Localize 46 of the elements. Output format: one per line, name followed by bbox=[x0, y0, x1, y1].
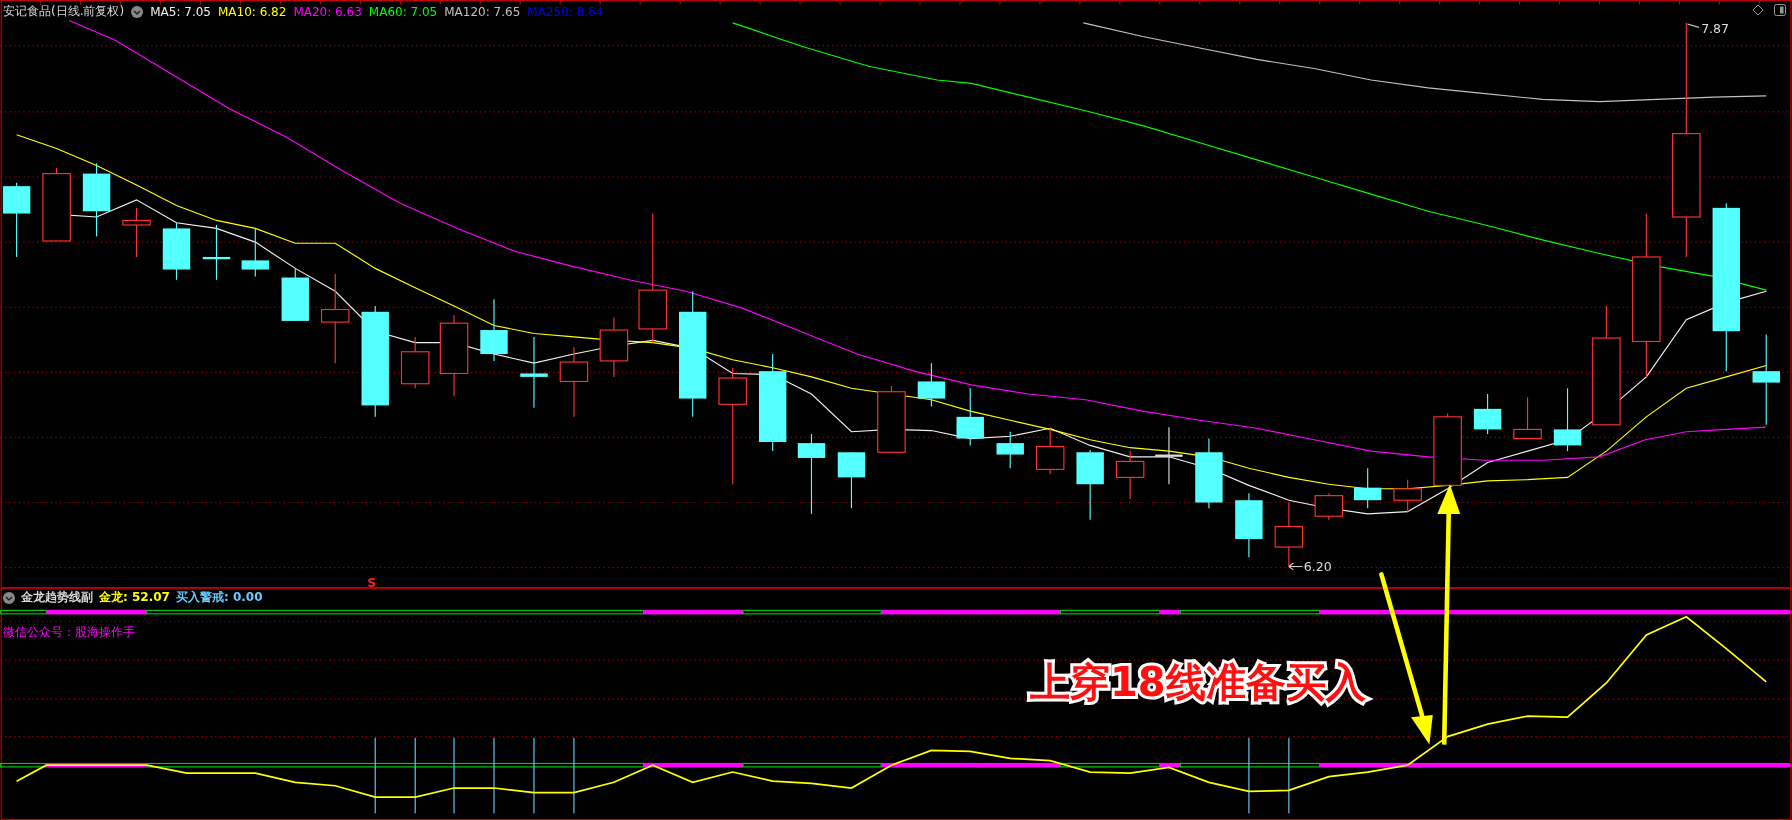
candlestick bbox=[1035, 427, 1065, 475]
candlestick bbox=[1473, 393, 1502, 435]
moving-average-value: MA120: 7.65 bbox=[444, 4, 521, 19]
low-price-label: 6.20 bbox=[1303, 559, 1332, 575]
candlestick bbox=[917, 362, 946, 408]
candlestick bbox=[1314, 492, 1344, 521]
moving-average-value: MA250: 8.64 bbox=[527, 4, 604, 19]
candlestick bbox=[1274, 501, 1304, 568]
indicator-value: 买入警戒: 0.00 bbox=[175, 590, 263, 605]
candlestick bbox=[956, 387, 984, 446]
high-price-label: 7.87 bbox=[1701, 21, 1730, 37]
candlestick bbox=[1195, 438, 1223, 509]
candlestick bbox=[241, 227, 269, 277]
chart-title: 安记食品(日线.前复权) bbox=[3, 3, 125, 20]
candlestick bbox=[1076, 449, 1104, 521]
indicator-name: 金龙趋势线副 bbox=[21, 590, 93, 605]
chevron-circle-icon[interactable] bbox=[131, 5, 144, 18]
candlestick bbox=[162, 222, 191, 281]
candlestick bbox=[1115, 450, 1145, 500]
moving-average-value: MA20: 6.63 bbox=[293, 4, 362, 19]
candlestick bbox=[599, 316, 629, 378]
candlestick bbox=[877, 385, 906, 453]
candlestick bbox=[122, 207, 151, 258]
candlestick bbox=[202, 224, 231, 281]
sell-signal-marker: S bbox=[367, 575, 377, 590]
candlestick bbox=[1353, 467, 1382, 509]
indicator-value: 金龙: 52.07 bbox=[99, 590, 170, 605]
chevron-circle-icon[interactable] bbox=[3, 591, 15, 604]
candlestick bbox=[559, 346, 589, 418]
price-pointer-icon bbox=[1288, 562, 1304, 571]
candlestick bbox=[281, 267, 309, 322]
candlestick bbox=[837, 451, 866, 509]
moving-average-value: MA10: 6.82 bbox=[217, 4, 287, 19]
candlestick bbox=[996, 431, 1024, 469]
candlestick bbox=[1235, 492, 1263, 558]
candlestick bbox=[400, 336, 430, 389]
candlestick bbox=[1393, 479, 1422, 513]
indicator-note: 微信公众号：股海操作手 bbox=[3, 624, 135, 641]
moving-average-value: MA60: 7.05 bbox=[368, 4, 438, 19]
candlestick bbox=[480, 298, 508, 362]
candlestick bbox=[1513, 396, 1542, 440]
candlestick bbox=[1155, 426, 1183, 485]
panel-toggle-icon[interactable] bbox=[1774, 4, 1786, 16]
candlestick bbox=[1553, 387, 1582, 452]
diamond-icon[interactable] bbox=[1752, 4, 1764, 16]
moving-average-value: MA5: 7.05 bbox=[150, 4, 211, 19]
